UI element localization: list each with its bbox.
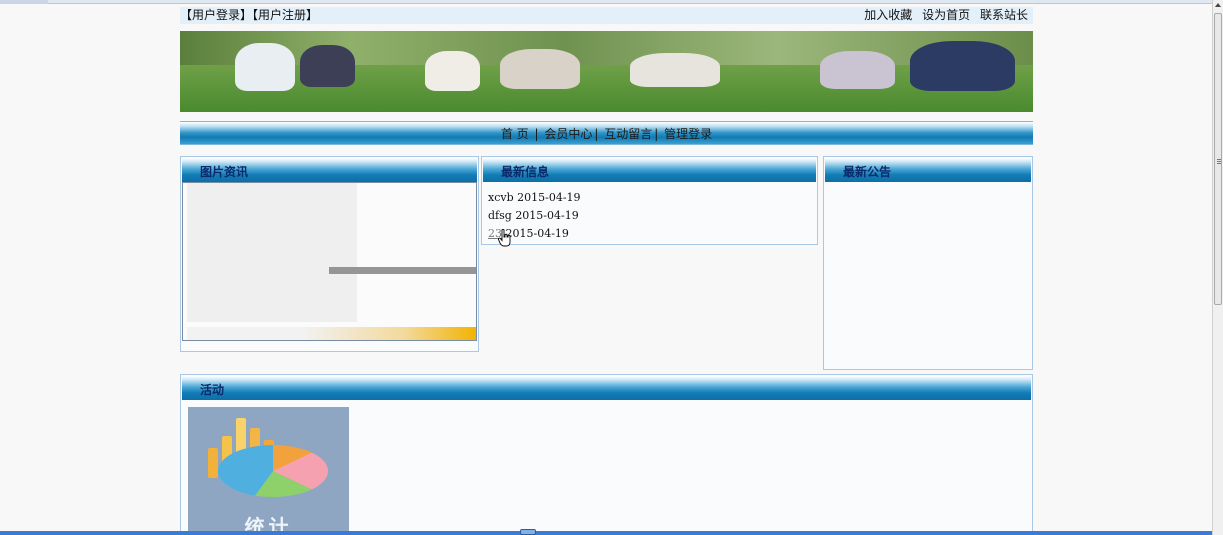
panel-title: 最新信息: [501, 165, 550, 179]
login-link[interactable]: 【用户登录】: [180, 8, 252, 22]
activity-panel: 活动 统计: [180, 374, 1033, 535]
list-item: xcvb 2015-04-19: [488, 191, 581, 209]
slide-image: [187, 183, 357, 322]
browser-tab-strip: [0, 0, 1212, 4]
banner-person: [500, 49, 580, 89]
grip-line: [1217, 161, 1221, 162]
thumb-bar: [208, 448, 218, 478]
grip-line: [1217, 163, 1221, 164]
banner-person: [910, 41, 1015, 91]
scrollbar-thumb[interactable]: [1214, 13, 1222, 305]
announcement-panel: 最新公告: [823, 156, 1033, 370]
horizontal-scrollbar[interactable]: [0, 529, 1212, 535]
nav-separator: |: [534, 127, 539, 141]
nav-guestbook[interactable]: 互动留言: [604, 127, 652, 141]
site-links: 加入收藏 设为首页 联系站长: [858, 7, 1028, 24]
banner-image: [180, 31, 1033, 112]
panel-header: 活动: [182, 376, 1031, 400]
grip-line: [1217, 159, 1221, 160]
set-homepage-link[interactable]: 设为首页: [922, 8, 970, 22]
list-item: dfsg 2015-04-19: [488, 209, 581, 227]
panel-title: 活动: [200, 383, 225, 397]
register-link[interactable]: 【用户注册】: [252, 8, 318, 22]
picture-news-panel: 图片资讯: [180, 156, 479, 352]
nav-separator: |: [594, 127, 599, 141]
news-title-link[interactable]: xcvb: [488, 191, 514, 204]
thumb-caption: 统计: [244, 515, 293, 533]
slide-nav-bar[interactable]: [187, 327, 476, 340]
hand-cursor-icon: [498, 229, 511, 247]
vertical-scrollbar[interactable]: [1212, 0, 1223, 535]
nav-separator: |: [654, 127, 659, 141]
news-title-link[interactable]: dfsg: [488, 209, 512, 222]
nav-member-center[interactable]: 会员中心: [544, 127, 592, 141]
news-date: 2015-04-19: [515, 209, 579, 222]
horizontal-scroll-thumb[interactable]: [520, 529, 536, 535]
site-wrapper: 【用户登录】【用户注册】 加入收藏 设为首页 联系站长 首 页 | 会员中心 | …: [180, 7, 1033, 145]
banner-person: [425, 51, 480, 91]
top-bar: 【用户登录】【用户注册】 加入收藏 设为首页 联系站长: [180, 7, 1033, 24]
banner-person: [820, 51, 895, 89]
banner-person: [235, 43, 295, 91]
picture-slideshow[interactable]: [182, 182, 477, 341]
latest-news-panel: 最新信息 xcvb 2015-04-19 dfsg 2015-04-19 23 …: [481, 156, 818, 245]
banner-person: [300, 45, 355, 87]
thumb-pie: [218, 445, 328, 497]
nav-home[interactable]: 首 页: [501, 127, 529, 141]
activity-thumbnail[interactable]: 统计: [188, 407, 349, 533]
banner-person: [630, 53, 720, 87]
page: 【用户登录】【用户注册】 加入收藏 设为首页 联系站长 首 页 | 会员中心 | …: [0, 0, 1223, 535]
slide-caption-bar: [329, 267, 476, 274]
panel-title: 最新公告: [843, 165, 892, 179]
main-nav: 首 页 | 会员中心 | 互动留言 | 管理登录: [180, 121, 1033, 145]
panel-header: 图片资讯: [182, 158, 477, 182]
news-date: 2015-04-19: [517, 191, 581, 204]
scroll-up-icon[interactable]: [1215, 3, 1221, 7]
nav-admin-login[interactable]: 管理登录: [664, 127, 712, 141]
news-date: 2015-04-19: [505, 227, 569, 240]
panel-header: 最新信息: [483, 158, 816, 182]
panel-header: 最新公告: [825, 158, 1031, 182]
add-favorite-link[interactable]: 加入收藏: [864, 8, 912, 22]
browser-tab[interactable]: [0, 0, 48, 4]
user-links: 【用户登录】【用户注册】: [180, 7, 318, 24]
contact-admin-link[interactable]: 联系站长: [980, 8, 1028, 22]
panel-title: 图片资讯: [200, 165, 249, 179]
